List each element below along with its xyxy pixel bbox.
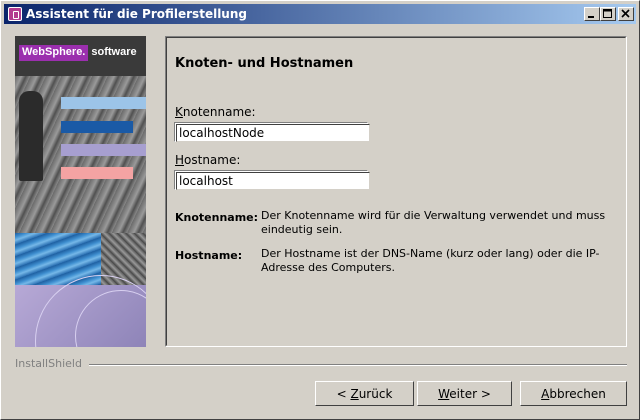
back-rest: urück [358,386,393,401]
hostname-field[interactable] [174,170,370,190]
nodename-label-rest: notenname: [182,105,256,119]
window-title: Assistent für die Profilerstellung [26,7,247,21]
banner-stripe-3 [61,144,146,156]
content-panel: Knoten- und Hostnamen Knotenname: Hostna… [165,36,627,347]
close-button[interactable] [618,7,634,21]
banner-stripe-4 [61,167,133,179]
minimize-button[interactable] [584,7,600,21]
banner-stripe-2 [61,121,133,133]
cancel-button[interactable]: Abbrechen [520,381,627,406]
back-button[interactable]: < Zurück [315,381,414,406]
next-accel: W [438,386,450,401]
footer-divider [89,364,627,366]
app-icon [8,7,22,21]
websphere-logo-text: WebSphere. [19,45,89,61]
close-icon [621,9,630,18]
hostname-desc-term: Hostname: [175,249,243,262]
next-button[interactable]: Weiter > [417,381,512,406]
nodename-desc-term: Knotenname: [175,211,259,224]
nodename-label: Knotenname: [175,105,256,119]
installshield-label: InstallShield [15,357,82,370]
back-prefix: < [336,386,351,401]
nodename-field[interactable] [174,122,370,142]
minimize-icon [588,16,594,18]
next-rest: eiter > [449,386,491,401]
cancel-rest: bbrechen [549,386,606,401]
banner-stripe-1 [61,97,146,109]
title-bar[interactable]: Assistent für die Profilerstellung [4,4,636,24]
hostname-desc-text: Der Hostname ist der DNS-Name (kurz oder… [261,247,600,274]
banner-figure [19,91,43,181]
nodename-label-accel: K [175,105,183,119]
websphere-banner: WebSphere. software [15,36,146,347]
page-heading: Knoten- und Hostnamen [175,56,354,71]
hostname-label-accel: H [175,153,185,167]
nodename-input[interactable] [176,124,370,142]
hostname-label-rest: ostname: [184,153,241,167]
websphere-logo: WebSphere. software [19,45,140,61]
software-logo-text: software [91,46,137,58]
hostname-input[interactable] [176,172,370,190]
back-accel: Z [350,386,359,401]
maximize-icon [603,9,612,18]
hostname-label: Hostname: [175,153,240,167]
banner-globe [15,275,146,347]
content-panel-inner [166,37,626,346]
wizard-window: Assistent für die Profilerstellung WebSp… [0,0,640,420]
maximize-button[interactable] [600,7,616,21]
nodename-desc-text: Der Knotenname wird für die Verwaltung v… [261,209,606,236]
